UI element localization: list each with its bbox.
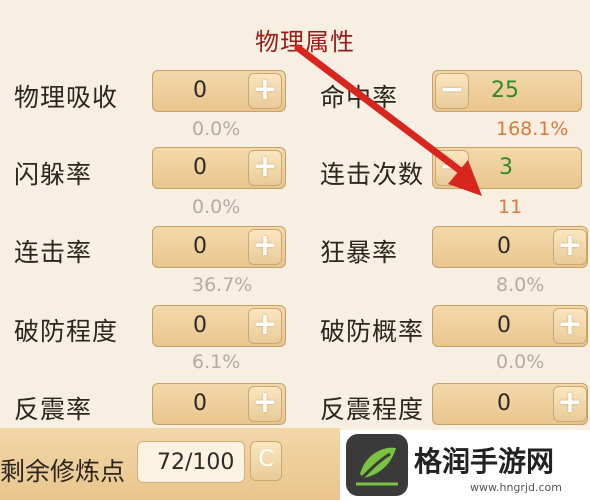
red-arrow-annotation xyxy=(294,44,482,196)
attribute-panel: 物理属性 物理吸收 0 + 0.0% 闪躲率 0 + 0.0% 连击率 0 + … xyxy=(0,0,590,500)
